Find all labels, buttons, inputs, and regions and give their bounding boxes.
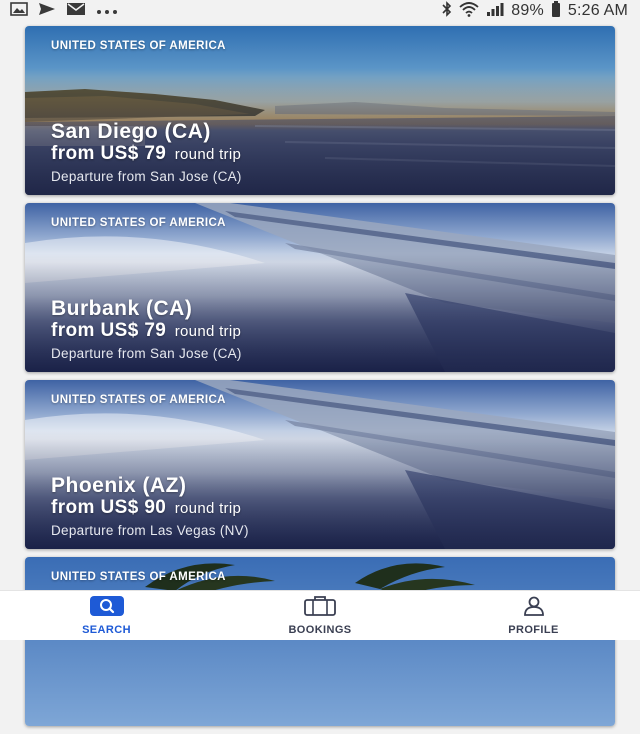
card-price-line: from US$ 90 round trip bbox=[51, 497, 241, 519]
status-bar: 89% 5:26 AM bbox=[0, 0, 640, 22]
card-trip-type: round trip bbox=[175, 146, 241, 163]
card-departure: Departure from San Jose (CA) bbox=[51, 346, 242, 361]
destination-card[interactable]: UNITED STATES OF AMERICA bbox=[25, 557, 615, 726]
card-departure: Departure from Las Vegas (NV) bbox=[51, 523, 249, 538]
nav-profile[interactable]: PROFILE bbox=[427, 596, 640, 636]
card-price: from US$ 79 bbox=[51, 143, 166, 164]
more-icon bbox=[96, 2, 118, 20]
nav-label-bookings: BOOKINGS bbox=[288, 624, 351, 636]
nav-label-profile: PROFILE bbox=[508, 624, 558, 636]
nav-bookings[interactable]: BOOKINGS bbox=[214, 596, 427, 636]
bluetooth-icon bbox=[442, 1, 452, 22]
image-icon bbox=[10, 2, 28, 21]
clock: 5:26 AM bbox=[568, 2, 628, 20]
card-trip-type: round trip bbox=[175, 500, 241, 517]
wifi-icon bbox=[459, 1, 479, 22]
card-city: Phoenix (AZ) bbox=[51, 474, 187, 498]
destination-card[interactable]: UNITED STATES OF AMERICA San Diego (CA) … bbox=[25, 26, 615, 195]
battery-icon bbox=[551, 1, 561, 22]
nav-label-search: SEARCH bbox=[82, 624, 131, 636]
card-city: San Diego (CA) bbox=[51, 120, 211, 144]
card-country: UNITED STATES OF AMERICA bbox=[51, 217, 226, 229]
send-icon bbox=[38, 2, 56, 21]
mail-icon bbox=[66, 2, 86, 21]
card-price: from US$ 90 bbox=[51, 497, 166, 518]
destination-card[interactable]: UNITED STATES OF AMERICA Phoenix (AZ) fr… bbox=[25, 380, 615, 549]
card-country: UNITED STATES OF AMERICA bbox=[51, 394, 226, 406]
battery-percent: 89% bbox=[511, 2, 544, 20]
card-departure: Departure from San Jose (CA) bbox=[51, 169, 242, 184]
signal-icon bbox=[486, 2, 504, 21]
briefcase-icon bbox=[303, 596, 337, 621]
nav-search[interactable]: SEARCH bbox=[0, 596, 213, 636]
search-icon bbox=[90, 596, 124, 621]
bottom-navigation: SEARCH BOOKINGS PROFILE bbox=[0, 590, 640, 640]
card-price: from US$ 79 bbox=[51, 320, 166, 341]
card-country: UNITED STATES OF AMERICA bbox=[51, 40, 226, 52]
status-bar-right: 89% 5:26 AM bbox=[442, 1, 628, 22]
card-country: UNITED STATES OF AMERICA bbox=[51, 571, 226, 583]
status-bar-left bbox=[10, 2, 118, 21]
user-icon bbox=[522, 596, 546, 621]
card-price-line: from US$ 79 round trip bbox=[51, 143, 241, 165]
destination-card[interactable]: UNITED STATES OF AMERICA Burbank (CA) fr… bbox=[25, 203, 615, 372]
card-trip-type: round trip bbox=[175, 323, 241, 340]
card-city: Burbank (CA) bbox=[51, 297, 192, 321]
card-price-line: from US$ 79 round trip bbox=[51, 320, 241, 342]
